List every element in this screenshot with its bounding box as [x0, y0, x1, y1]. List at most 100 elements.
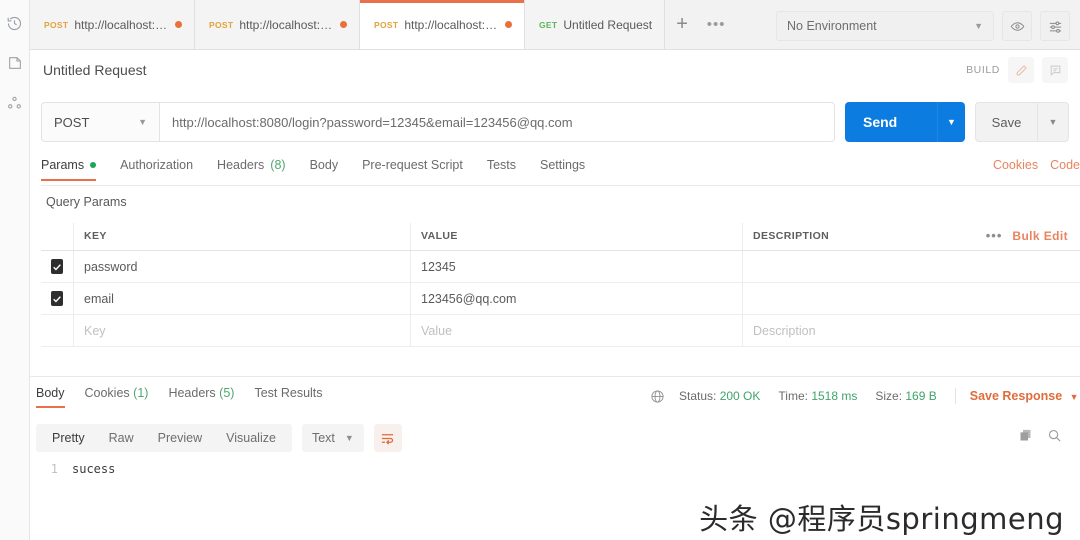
tab-body[interactable]: Body [310, 158, 339, 180]
new-key-input[interactable]: Key [74, 315, 411, 346]
time-value: 1518 ms [811, 389, 858, 403]
request-tabs-actions: Cookies Code [993, 158, 1080, 172]
row-key[interactable]: password [74, 251, 411, 282]
request-tab-3[interactable]: POST http://localhost:8... [360, 0, 525, 49]
request-header-actions: BUILD [966, 57, 1068, 83]
save-button[interactable]: Save [975, 102, 1037, 142]
viewer-tab-visualize[interactable]: Visualize [214, 424, 288, 452]
tab-count: (1) [133, 386, 149, 400]
request-tab-1[interactable]: POST http://localhost:8... [30, 0, 195, 49]
status-label: Status: [679, 389, 717, 403]
cookies-link[interactable]: Cookies [993, 158, 1038, 172]
response-tab-test-results[interactable]: Test Results [254, 386, 322, 408]
row-description[interactable] [743, 251, 1080, 282]
new-description-input[interactable]: Description [743, 315, 1080, 346]
section-divider [30, 376, 1080, 377]
size-label: Size: [875, 389, 903, 403]
new-value-input[interactable]: Value [411, 315, 743, 346]
search-icon[interactable] [1047, 428, 1062, 443]
response-body-code[interactable]: 1 sucess [36, 462, 1080, 476]
row-description[interactable] [743, 283, 1080, 314]
send-options-button[interactable]: ▼ [937, 102, 965, 142]
comment-icon[interactable] [1042, 57, 1068, 83]
body-format-selector[interactable]: Text ▼ [301, 424, 364, 452]
watermark: 头条 @程序员springmeng [699, 502, 1064, 536]
sliders-icon[interactable] [1040, 11, 1070, 41]
row-checkbox[interactable] [51, 259, 63, 274]
response-tab-headers[interactable]: Headers (5) [168, 386, 234, 408]
response-tab-body[interactable]: Body [36, 386, 65, 408]
row-key[interactable]: email [74, 283, 411, 314]
tab-label: Pre-request Script [362, 158, 463, 172]
apis-icon[interactable] [2, 88, 28, 118]
eye-icon[interactable] [1002, 11, 1032, 41]
table-more-icon[interactable]: ••• [986, 228, 1003, 243]
tab-label: Body [309, 158, 339, 172]
environment-selector[interactable]: No Environment ▼ [776, 11, 994, 41]
bulk-edit-button[interactable]: Bulk Edit [1012, 229, 1068, 243]
url-input[interactable]: http://localhost:8080/login?password=123… [159, 102, 835, 142]
tab-settings[interactable]: Settings [540, 158, 585, 180]
send-button[interactable]: Send [845, 102, 937, 142]
postman-window: POST http://localhost:8... POST http://l… [0, 0, 1080, 540]
copy-icon[interactable] [1018, 428, 1033, 443]
request-tab-4[interactable]: GET Untitled Request [525, 0, 666, 49]
table-row[interactable]: email 123456@qq.com [41, 283, 1080, 315]
tab-pre-request-script[interactable]: Pre-request Script [362, 158, 463, 180]
response-meta: Status: 200 OK Time: 1518 ms Size: 169 B… [650, 388, 1079, 404]
size-value: 169 B [905, 389, 937, 403]
viewer-tab-preview[interactable]: Preview [146, 424, 214, 452]
request-header: Untitled Request BUILD [30, 50, 1080, 90]
tab-label: Headers [168, 386, 216, 400]
response-tab-cookies[interactable]: Cookies (1) [85, 386, 149, 408]
tab-method-label: POST [209, 19, 234, 30]
size-meta: Size: 169 B [875, 389, 936, 403]
table-header-tools: ••• Bulk Edit [986, 228, 1070, 243]
tab-strip: POST http://localhost:8... POST http://l… [30, 0, 1080, 50]
line-number: 1 [50, 462, 58, 476]
page-title: Untitled Request [43, 62, 147, 78]
params-modified-dot [90, 162, 97, 168]
history-icon[interactable] [2, 8, 28, 38]
row-checkbox-cell [41, 315, 74, 346]
tab-title-label: http://localhost:8... [239, 17, 334, 32]
http-method-selector[interactable]: POST ▼ [41, 102, 159, 142]
tab-label: Headers [217, 158, 265, 172]
code-link[interactable]: Code [1050, 158, 1080, 172]
viewer-tab-raw[interactable]: Raw [97, 424, 146, 452]
collections-icon[interactable] [2, 48, 28, 78]
table-header-row: KEY VALUE DESCRIPTION ••• Bulk Edit [41, 223, 1080, 251]
tab-label: Params [41, 158, 85, 172]
viewer-tab-pretty[interactable]: Pretty [40, 424, 97, 452]
build-label: BUILD [966, 64, 1000, 76]
query-params-label: Query Params [46, 195, 127, 209]
table-row-empty[interactable]: Key Value Description [41, 315, 1080, 347]
save-response-button[interactable]: Save Response ▼ [970, 389, 1079, 403]
save-response-label: Save Response [969, 389, 1063, 403]
tab-method-label: POST [44, 19, 69, 30]
row-checkbox[interactable] [51, 291, 63, 306]
wrap-lines-icon[interactable] [373, 424, 402, 452]
tab-unsaved-dot [505, 21, 512, 28]
tab-title-label: http://localhost:8... [404, 17, 499, 32]
row-value[interactable]: 123456@qq.com [411, 283, 743, 314]
table-row[interactable]: password 12345 [41, 251, 1080, 283]
save-options-button[interactable]: ▼ [1037, 102, 1069, 142]
tabs-more-button[interactable]: ••• [699, 0, 733, 49]
request-tab-2[interactable]: POST http://localhost:8... [195, 0, 360, 49]
tab-headers[interactable]: Headers (8) [217, 158, 286, 180]
status-meta: Status: 200 OK [679, 389, 760, 403]
globe-icon [650, 389, 665, 404]
chevron-down-icon: ▼ [138, 117, 147, 127]
tab-tests[interactable]: Tests [487, 158, 516, 180]
new-tab-button[interactable]: + [665, 0, 699, 49]
request-section-tabs: Params Authorization Headers (8) Body Pr… [41, 158, 1080, 186]
environment-area: No Environment ▼ [766, 11, 1080, 49]
tab-label: Body [36, 386, 65, 400]
tab-count: (5) [219, 386, 235, 400]
pencil-icon[interactable] [1008, 57, 1034, 83]
row-value[interactable]: 12345 [411, 251, 743, 282]
tab-method-label: POST [374, 19, 399, 30]
tab-params[interactable]: Params [41, 158, 97, 181]
tab-authorization[interactable]: Authorization [120, 158, 193, 180]
